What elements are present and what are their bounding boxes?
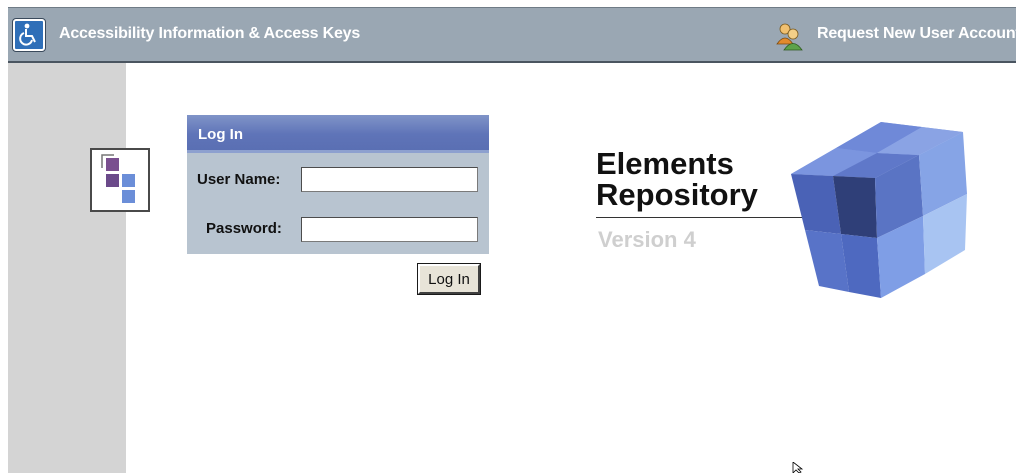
brand-title: Elements Repository (596, 148, 758, 210)
add-user-icon[interactable] (774, 22, 804, 52)
password-input[interactable] (301, 217, 478, 242)
login-button[interactable]: Log In (418, 264, 480, 294)
request-account-link[interactable]: Request New User Account (817, 25, 1016, 43)
login-header: Log In (187, 115, 489, 153)
password-label: Password: (206, 220, 282, 237)
app-logo (90, 148, 150, 212)
brand-title-line2: Repository (596, 177, 758, 212)
login-panel: Log In User Name: Password: (187, 115, 489, 254)
cube-logo-icon (791, 122, 967, 298)
login-title: Log In (198, 126, 243, 143)
left-side-panel (8, 63, 126, 473)
wheelchair-icon[interactable] (13, 19, 45, 51)
brand-divider (596, 217, 808, 218)
top-navigation-bar: Accessibility Information & Access Keys … (8, 7, 1016, 63)
brand-title-line1: Elements (596, 146, 734, 181)
brand-version: Version 4 (598, 227, 696, 252)
username-input[interactable] (301, 167, 478, 192)
mouse-cursor-icon (792, 462, 804, 473)
username-label: User Name: (197, 171, 281, 188)
accessibility-link[interactable]: Accessibility Information & Access Keys (59, 25, 360, 43)
